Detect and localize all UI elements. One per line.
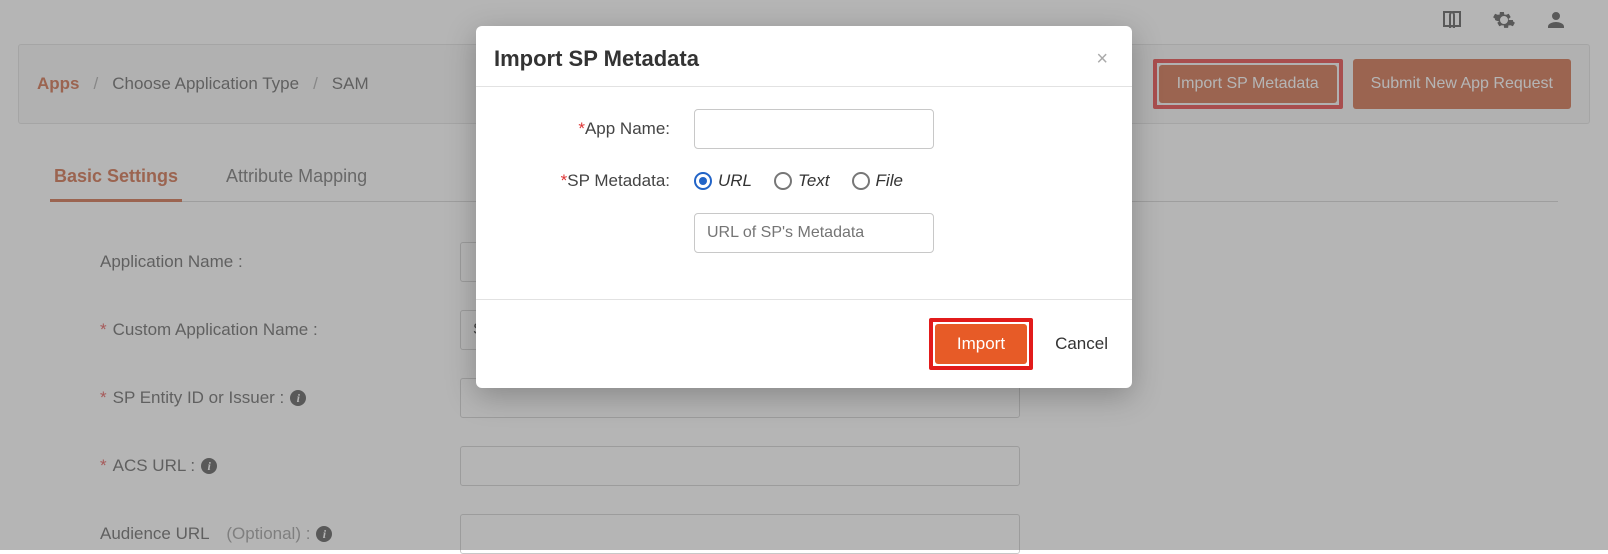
radio-url[interactable]: URL bbox=[694, 171, 752, 191]
radio-url-label: URL bbox=[718, 171, 752, 191]
import-sp-metadata-modal: Import SP Metadata × *App Name: *SP Meta… bbox=[476, 26, 1132, 388]
close-icon[interactable]: × bbox=[1096, 48, 1108, 71]
cancel-button[interactable]: Cancel bbox=[1055, 334, 1108, 354]
radio-text[interactable]: Text bbox=[774, 171, 830, 191]
import-button[interactable]: Import bbox=[935, 324, 1027, 364]
sp-metadata-url-input[interactable] bbox=[694, 213, 934, 253]
radio-file[interactable]: File bbox=[852, 171, 903, 191]
app-name-input[interactable] bbox=[694, 109, 934, 149]
sp-metadata-radios: URL Text File bbox=[694, 171, 903, 191]
radio-file-input[interactable] bbox=[852, 172, 870, 190]
modal-overlay: Import SP Metadata × *App Name: *SP Meta… bbox=[0, 0, 1608, 550]
highlight-import-button: Import bbox=[929, 318, 1033, 370]
app-name-label: *App Name: bbox=[504, 119, 694, 139]
radio-file-label: File bbox=[876, 171, 903, 191]
radio-text-input[interactable] bbox=[774, 172, 792, 190]
radio-url-input[interactable] bbox=[694, 172, 712, 190]
sp-metadata-label: *SP Metadata: bbox=[504, 171, 694, 191]
modal-title: Import SP Metadata bbox=[494, 46, 699, 72]
radio-text-label: Text bbox=[798, 171, 830, 191]
